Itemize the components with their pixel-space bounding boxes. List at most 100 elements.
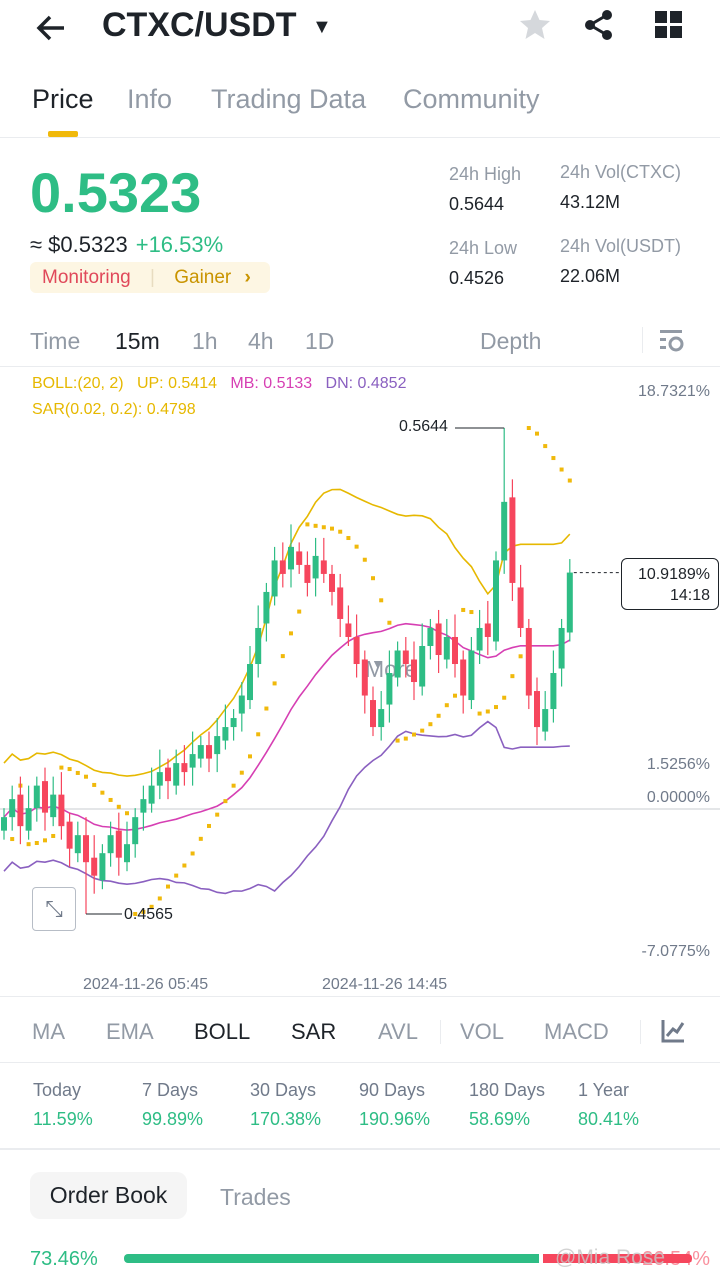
candle-body — [165, 767, 171, 782]
indicator-macd[interactable]: MACD — [544, 1019, 609, 1045]
tab-trading-data[interactable]: Trading Data — [211, 84, 366, 115]
indicator-boll[interactable]: BOLL — [194, 1019, 250, 1045]
sar-dot — [502, 695, 507, 700]
sar-dot — [526, 426, 531, 430]
period-stat: 30 Days 170.38% — [250, 1080, 321, 1130]
chart-settings-button[interactable] — [658, 328, 686, 359]
sar-dot — [444, 703, 449, 708]
sar-dot — [428, 722, 433, 727]
expand-icon: ⤡ — [45, 896, 63, 921]
sar-dot — [157, 896, 162, 901]
indicator-settings-button[interactable] — [660, 1018, 686, 1049]
sar-dot — [239, 770, 244, 775]
expand-button[interactable]: ⤡ — [32, 887, 76, 931]
sar-dot — [84, 774, 88, 779]
candle-body — [386, 673, 393, 705]
candle-body — [435, 623, 442, 656]
indicator-vol[interactable]: VOL — [460, 1019, 504, 1045]
period-stat: Today 11.59% — [33, 1080, 93, 1130]
interval-1d[interactable]: 1D — [305, 328, 334, 355]
share-icon — [585, 10, 612, 40]
axis-label: -7.0775% — [641, 943, 711, 960]
candle-body — [452, 636, 458, 665]
sar-dot — [305, 522, 310, 527]
favorite-button[interactable] — [518, 8, 552, 47]
share-button[interactable] — [582, 8, 616, 47]
indicator-avl[interactable]: AVL — [378, 1019, 418, 1045]
candle-body — [124, 844, 130, 863]
sar-dot — [485, 709, 490, 714]
indicator-ma[interactable]: MA — [32, 1019, 65, 1045]
interval-15m[interactable]: 15m — [115, 328, 160, 355]
candle-body — [476, 627, 483, 651]
sar-dot — [412, 732, 416, 737]
candle-body — [353, 636, 360, 665]
candle-body — [148, 785, 155, 804]
interval-depth[interactable]: Depth — [480, 328, 541, 355]
period-value: 58.69% — [469, 1109, 531, 1129]
sar-dot — [215, 812, 220, 817]
candle-body — [263, 591, 270, 624]
grid-button[interactable] — [655, 11, 683, 44]
candle-body — [468, 650, 475, 701]
chevron-right-icon: › — [244, 267, 251, 288]
tab-info[interactable]: Info — [127, 84, 172, 115]
tab-community[interactable]: Community — [403, 84, 540, 115]
tags-badge[interactable]: Monitoring | Gainer › — [30, 262, 270, 293]
candle-body — [394, 650, 401, 678]
divider — [440, 1020, 441, 1044]
tab-order-book[interactable]: Order Book — [30, 1172, 187, 1219]
indicator-sar[interactable]: SAR — [291, 1019, 336, 1045]
period-label: 30 Days — [250, 1080, 317, 1100]
min-price-label: 0.4565 — [124, 906, 173, 923]
candle-body — [9, 799, 16, 818]
sar-dot — [559, 467, 564, 472]
axis-label: 1.5256% — [646, 756, 710, 773]
candle-body — [247, 664, 253, 701]
divider — [0, 137, 720, 138]
back-button[interactable] — [34, 10, 70, 46]
sar-dot — [75, 770, 80, 775]
candle-body — [140, 799, 147, 813]
indicator-ema[interactable]: EMA — [106, 1019, 154, 1045]
candle-body — [443, 636, 450, 660]
candle-body — [17, 794, 24, 827]
candle-body — [173, 763, 180, 786]
candle-body — [74, 835, 81, 854]
candle-body — [66, 821, 73, 849]
period-stat: 7 Days 99.89% — [142, 1080, 203, 1130]
price-chart[interactable] — [0, 368, 720, 994]
candle-body — [222, 727, 229, 741]
interval-1h[interactable]: 1h — [192, 328, 218, 355]
sar-dot — [395, 738, 400, 743]
interval-4h[interactable]: 4h — [248, 328, 274, 355]
grid-icon — [655, 11, 682, 38]
sar-dot — [387, 620, 392, 625]
candle-body — [238, 695, 245, 714]
sar-dot — [551, 456, 556, 461]
tab-price[interactable]: Price — [32, 84, 94, 115]
sar-dot — [297, 609, 302, 614]
pair-selector[interactable]: CTXC/USDT ▼ — [102, 6, 332, 45]
sar-dot — [379, 598, 384, 603]
period-value: 99.89% — [142, 1109, 204, 1129]
candle-body — [83, 835, 89, 863]
sar-dot — [51, 833, 56, 838]
interval-time[interactable]: Time — [30, 328, 80, 355]
sar-dot — [354, 544, 359, 549]
candle-body — [542, 709, 549, 732]
sar-dot — [477, 711, 482, 716]
sar-dot — [26, 842, 31, 847]
candle-body — [58, 794, 65, 827]
sar-dot — [510, 674, 515, 679]
sar-dot — [34, 840, 39, 845]
divider — [640, 1020, 641, 1044]
sar-dot — [190, 851, 195, 856]
sar-dot — [453, 693, 457, 698]
candle-body — [550, 673, 557, 710]
sar-dot — [264, 706, 269, 711]
candle-body — [1, 817, 7, 831]
candle-body — [558, 627, 565, 669]
tab-trades[interactable]: Trades — [220, 1184, 291, 1211]
max-price-label: 0.5644 — [399, 418, 448, 435]
